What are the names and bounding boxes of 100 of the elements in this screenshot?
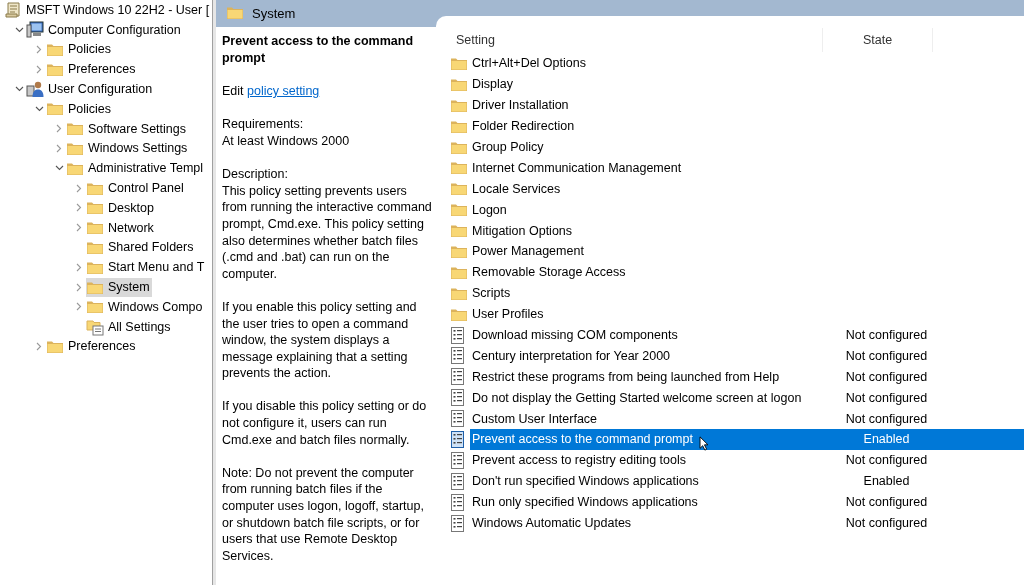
column-header[interactable]: Setting <box>438 33 822 47</box>
folder-icon <box>450 181 468 197</box>
folder-icon <box>66 121 84 137</box>
setting-state: Not configured <box>844 348 929 363</box>
setting-name: Group Policy <box>471 140 544 154</box>
list-row[interactable]: Custom User Interface Not configured <box>470 408 1024 430</box>
tree-item[interactable]: Windows Compo <box>106 298 205 315</box>
folder-icon <box>450 160 468 176</box>
folder-icon <box>450 223 468 239</box>
setting-state: Not configured <box>844 516 929 531</box>
tree-item[interactable]: Computer Configuration <box>46 21 183 38</box>
description-paragraph: This policy setting prevents users from running the interactive command prompt, Cmd.exe. This policy setting also determines whether batch files (.cmd and .bat) can run on the computer. <box>222 182 432 283</box>
policy-document-icon <box>450 451 465 469</box>
list-row[interactable]: Windows Automatic Updates Not configured <box>470 512 1024 534</box>
setting-state: Not configured <box>844 411 929 426</box>
list-row[interactable]: Mitigation Options <box>470 220 1024 241</box>
list-row[interactable]: Prevent access to the command prompt Enabled <box>470 429 1024 450</box>
setting-name: Locale Services <box>471 181 561 196</box>
setting-name: Display <box>471 77 513 92</box>
list-row[interactable]: Do not display the Getting Started welcome screen at logon Not configured <box>470 387 1024 409</box>
list-row[interactable]: Download missing COM components Not configured <box>470 324 1024 346</box>
setting-name: Restrict these programs from being launched from Help <box>471 369 780 384</box>
list-row[interactable]: Display <box>470 73 1024 95</box>
settings-icon <box>86 317 104 336</box>
requirements-text: At least Windows 2000 <box>222 132 351 150</box>
setting-name: Prevent access to registry editing tools <box>471 453 686 468</box>
list-row[interactable]: Century interpretation for Year 2000 Not configured <box>470 345 1024 367</box>
tree-item[interactable]: Windows Settings <box>86 140 190 157</box>
setting-state: Not configured <box>844 369 929 384</box>
policy-document-icon <box>450 368 465 386</box>
setting-state: Enabled <box>862 432 911 447</box>
mouse-pointer-icon <box>698 436 709 451</box>
setting-name: Don't run specified Windows applications <box>471 474 699 489</box>
computer-icon <box>26 20 44 39</box>
chevron-right-icon[interactable] <box>36 341 42 351</box>
list-row[interactable]: Scripts <box>470 282 1024 304</box>
policy-setting-link[interactable]: policy setting <box>247 84 320 99</box>
setting-state: Not configured <box>844 453 929 468</box>
setting-name: User Profiles <box>471 307 544 322</box>
list-row[interactable]: Power Management <box>470 241 1024 262</box>
list-row[interactable]: Driver Installation <box>470 94 1024 116</box>
tree-item[interactable]: Software Settings <box>86 120 188 137</box>
list-row[interactable]: Ctrl+Alt+Del Options <box>470 53 1024 74</box>
tree-item[interactable]: MSFT Windows 10 22H2 - User [ <box>24 1 212 18</box>
folder-icon <box>86 220 104 236</box>
list-row[interactable]: User Profiles <box>470 303 1024 325</box>
setting-name: Windows Automatic Updates <box>471 516 632 531</box>
setting-name: Driver Installation <box>471 98 569 113</box>
policy-document-icon <box>450 389 465 407</box>
tree-item[interactable]: Policies <box>66 41 114 58</box>
list-row[interactable]: Internet Communication Management <box>470 157 1024 179</box>
tree-item[interactable]: Network <box>106 219 156 236</box>
tree-item[interactable]: Administrative Templ <box>86 160 206 177</box>
list-row[interactable]: Locale Services <box>470 178 1024 200</box>
tree-item[interactable]: Policies <box>66 100 114 117</box>
list-row[interactable]: Run only specified Windows applications Not configured <box>470 491 1024 513</box>
tree-item[interactable]: Shared Folders <box>106 239 196 256</box>
setting-name: Run only specified Windows applications <box>471 495 698 510</box>
column-header[interactable]: State <box>822 28 933 52</box>
policy-document-icon <box>450 347 465 365</box>
list-row[interactable]: Folder Redirection <box>470 115 1024 137</box>
tree-item[interactable]: All Settings <box>106 318 173 335</box>
tree-item[interactable]: Preferences <box>66 61 138 78</box>
chevron-down-icon[interactable] <box>54 165 64 172</box>
folder-icon <box>46 42 64 57</box>
folder-icon <box>450 202 468 218</box>
description-paragraph: If you disable this policy setting or do not configure it, users can run Cmd.exe and batch files normally. <box>222 398 428 449</box>
list-row[interactable]: Logon <box>470 199 1024 221</box>
setting-name: Do not display the Getting Started welcome screen at logon <box>471 390 802 405</box>
policy-document-icon <box>450 493 465 511</box>
tree-item[interactable]: Control Panel <box>106 180 186 197</box>
setting-name: Logon <box>471 202 507 217</box>
chevron-down-icon[interactable] <box>34 105 44 112</box>
description-paragraph: Note: Do not prevent the computer from running batch files if the computer uses logon, logoff, startup, or shutdown batch file scripts, or for users that use Remote Desktop Services. <box>222 464 425 565</box>
setting-name: Folder Redirection <box>471 119 575 134</box>
policy-document-icon <box>450 326 465 344</box>
tree-item[interactable]: User Configuration <box>46 81 155 98</box>
setting-state: Enabled <box>862 474 911 489</box>
setting-name: Custom User Interface <box>471 411 598 426</box>
setting-name: Internet Communication Management <box>471 160 682 175</box>
chevron-right-icon[interactable] <box>36 45 42 54</box>
policy-document-icon <box>450 410 465 428</box>
list-row[interactable]: Don't run specified Windows applications Enabled <box>470 470 1024 492</box>
setting-name: Removable Storage Access <box>471 265 626 280</box>
edit-label: Edit <box>222 84 244 99</box>
tree-item[interactable]: Preferences <box>66 338 138 355</box>
setting-state: Not configured <box>844 328 929 342</box>
chevron-down-icon[interactable] <box>14 26 24 33</box>
chevron-down-icon[interactable] <box>14 86 24 93</box>
folder-icon <box>46 101 64 117</box>
setting-name: Mitigation Options <box>471 223 573 238</box>
description-label: Description: <box>222 166 289 183</box>
list-row[interactable]: Removable Storage Access <box>470 261 1024 283</box>
list-row[interactable]: Prevent access to registry editing tools Not configured <box>470 449 1024 471</box>
folder-icon <box>86 200 104 216</box>
tree-item[interactable]: Desktop <box>106 199 156 216</box>
list-row[interactable]: Group Policy <box>470 136 1024 158</box>
list-row[interactable]: Restrict these programs from being launched from Help Not configured <box>470 366 1024 388</box>
setting-name: Ctrl+Alt+Del Options <box>471 56 586 71</box>
tree-item[interactable]: Start Menu and T <box>106 259 207 276</box>
